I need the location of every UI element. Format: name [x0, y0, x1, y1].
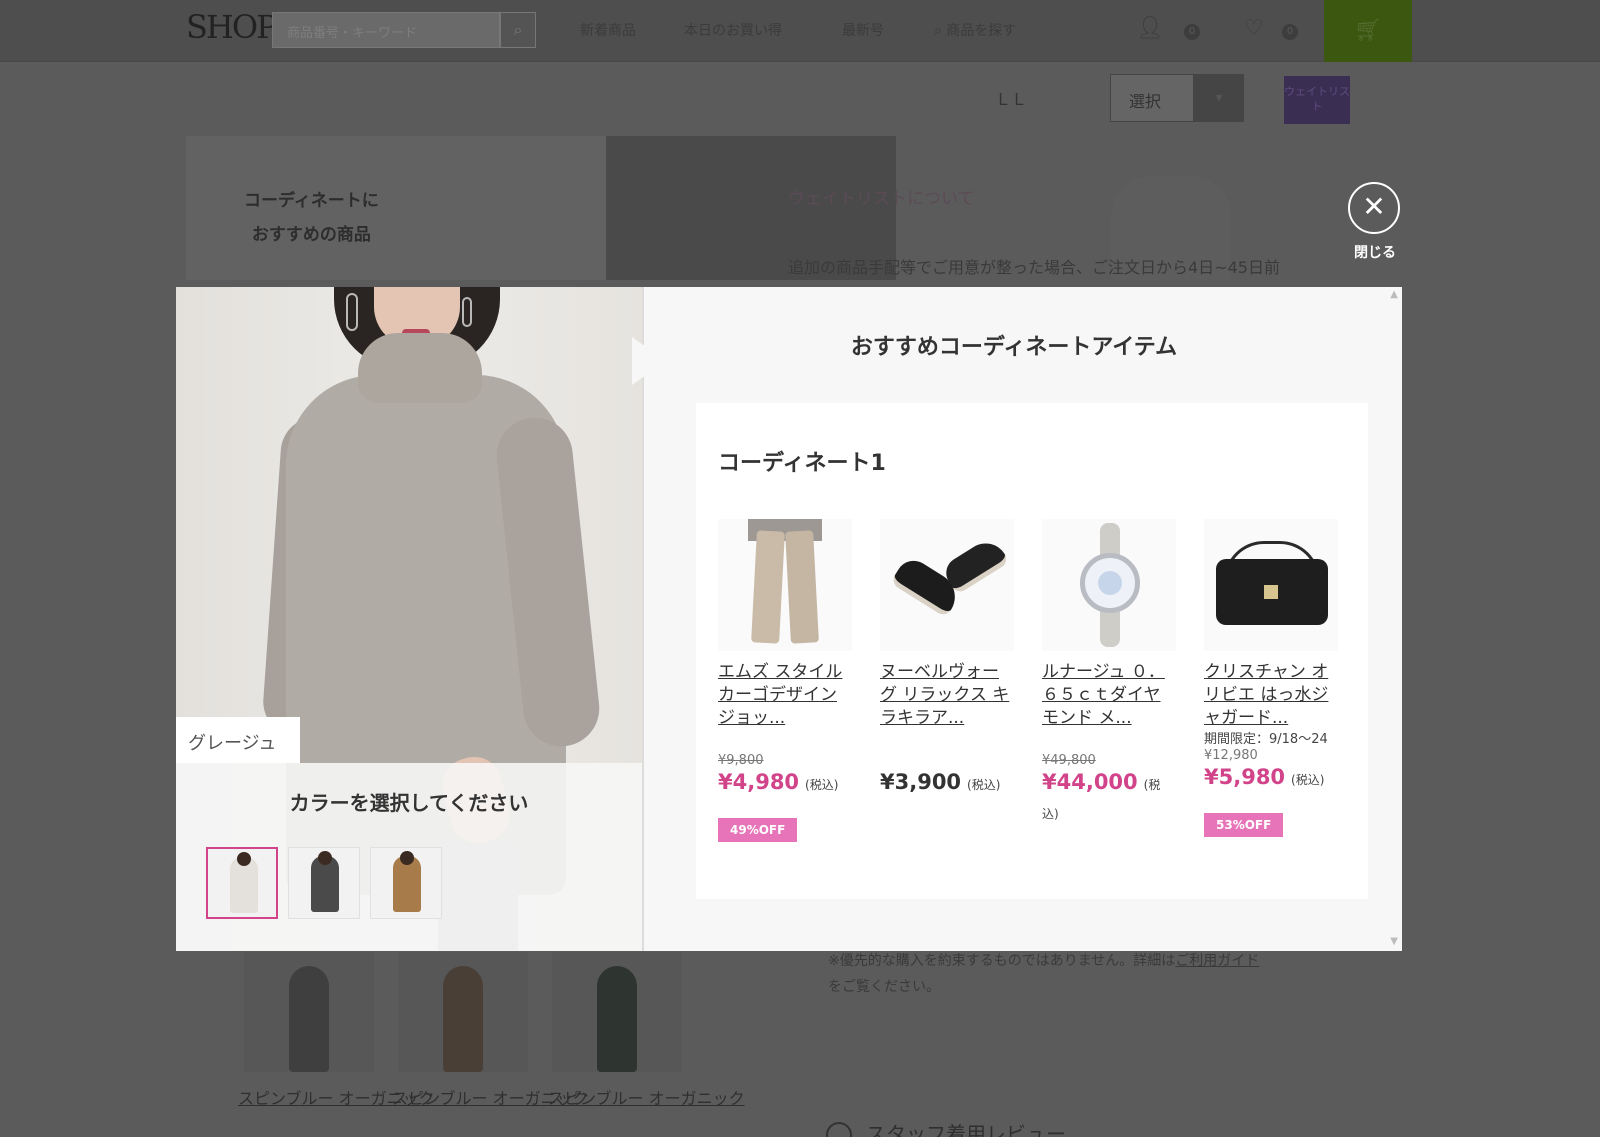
- coordinate-card: コーディネート1 エムズ スタイル カーゴデザイン ジョッ... ¥9,800 …: [696, 403, 1368, 899]
- color-swatch-greige[interactable]: [206, 847, 278, 919]
- site-logo[interactable]: SHOP: [186, 8, 278, 46]
- original-price: ¥12,980: [1204, 748, 1258, 763]
- search-button[interactable]: ⌕: [500, 12, 536, 48]
- close-label[interactable]: 閉じる: [1349, 242, 1401, 262]
- original-price: ¥9,800: [718, 753, 764, 768]
- product-image[interactable]: [1042, 519, 1176, 651]
- coordinate-item[interactable]: ルナージュ ０．６５ｃｔダイヤモンド メ... ¥49,800 ¥44,000(…: [1042, 519, 1176, 827]
- tax-label: (税込): [805, 778, 839, 792]
- product-name[interactable]: エムズ スタイル カーゴデザイン ジョッ...: [718, 661, 852, 731]
- coordinate-item[interactable]: エムズ スタイル カーゴデザイン ジョッ... ¥9,800 ¥4,980 (税込…: [718, 519, 852, 842]
- scroll-up-icon[interactable]: ▲: [1390, 289, 1398, 300]
- related-product-image[interactable]: [398, 952, 528, 1072]
- limited-period: 期間限定：9/18～24: [1204, 732, 1328, 747]
- account-icon[interactable]: 👤︎: [1136, 16, 1164, 41]
- cart-button[interactable]: 🛒︎: [1324, 0, 1412, 62]
- related-product-image[interactable]: [244, 952, 374, 1072]
- coordinate-modal: グレージュ カラーを選択してください ▲ おすすめコーディネートアイテム コーデ…: [176, 287, 1402, 951]
- close-icon[interactable]: ✕: [1348, 182, 1400, 234]
- product-name[interactable]: ヌーベルヴォーグ リラックス キラキラア...: [880, 661, 1014, 731]
- search-icon: ⌕: [513, 20, 523, 39]
- nav-find-products-label: 商品を探す: [946, 23, 1017, 39]
- product-image[interactable]: [1204, 519, 1338, 651]
- discount-badge: 53%OFF: [1204, 813, 1284, 837]
- scroll-down-icon[interactable]: ▼: [1390, 936, 1398, 947]
- nav-find-products[interactable]: ⌕ 商品を探す: [934, 20, 1016, 40]
- quantity-select[interactable]: 選択: [1110, 74, 1194, 122]
- review-icon: [826, 1122, 852, 1137]
- banner-text: コーディネートに おすすめの商品: [244, 191, 379, 245]
- related-product-name[interactable]: スピンブルー オーガニック: [548, 1086, 745, 1112]
- nav-todays-deals[interactable]: 本日のお買い得: [684, 20, 782, 40]
- color-selector: カラーを選択してください: [176, 763, 642, 951]
- product-image[interactable]: [880, 519, 1014, 651]
- waitlist-heading: ウェイトリストについて: [788, 189, 975, 209]
- account-count-badge: 0: [1184, 24, 1200, 40]
- coordinate-panel[interactable]: ▲ おすすめコーディネートアイテム コーディネート1 エムズ スタイル カーゴデ…: [644, 287, 1402, 951]
- guide-link[interactable]: ご利用ガイド: [1175, 953, 1259, 969]
- choose-color-label: カラーを選択してください: [289, 791, 529, 815]
- original-price: ¥49,800: [1042, 753, 1096, 768]
- coordinate-banner[interactable]: コーディネートに おすすめの商品: [186, 136, 1231, 280]
- sale-price: ¥4,980 (税込): [718, 770, 839, 794]
- product-name[interactable]: ルナージュ ０．６５ｃｔダイヤモンド メ...: [1042, 661, 1176, 731]
- product-name[interactable]: クリスチャン オリビエ はっ水ジャガード...: [1204, 661, 1338, 731]
- heart-icon[interactable]: ♡: [1244, 16, 1264, 41]
- chevron-down-icon[interactable]: ▾: [1194, 74, 1244, 122]
- waitlist-note: ※優先的な購入を約束するものではありません。詳細はご利用ガイド をご覧ください。: [828, 953, 1260, 995]
- coordinate-item[interactable]: ヌーベルヴォーグ リラックス キラキラア... ¥3,900 (税込): [880, 519, 1014, 798]
- sale-price: ¥44,000 (税込): [1042, 770, 1161, 821]
- color-swatch-charcoal[interactable]: [288, 847, 360, 919]
- site-header: SHOP 商品番号・キーワード ⌕ 新着商品 本日のお買い得 最新号 ⌕ 商品を…: [0, 0, 1600, 62]
- modal-title: おすすめコーディネートアイテム: [850, 335, 1178, 360]
- search-icon: ⌕: [934, 23, 947, 39]
- price: ¥3,900 (税込): [880, 770, 1001, 794]
- coordinate-title: コーディネート1: [718, 451, 886, 476]
- staff-review-heading: スタッフ着用レビュー: [866, 1122, 1066, 1137]
- tax-label: (税込): [967, 778, 1001, 792]
- search-input[interactable]: 商品番号・キーワード: [272, 12, 500, 48]
- selected-color-name: グレージュ: [176, 717, 300, 763]
- discount-badge: 49%OFF: [718, 818, 798, 842]
- cart-icon: 🛒︎: [1354, 18, 1382, 43]
- nav-new-items[interactable]: 新着商品: [580, 20, 636, 40]
- related-product-image[interactable]: [552, 952, 682, 1072]
- favorite-count-badge: 0: [1282, 24, 1298, 40]
- product-photo-panel: グレージュ カラーを選択してください: [176, 287, 642, 951]
- waitlist-text: 追加の商品手配等でご用意が整った場合、ご注文日から4日~45日前: [788, 258, 1280, 277]
- sale-price: ¥5,980 (税込): [1204, 765, 1325, 789]
- size-value: ＬＬ: [995, 90, 1028, 109]
- coordinate-item[interactable]: クリスチャン オリビエ はっ水ジャガード... 期間限定：9/18～24 ¥12…: [1204, 519, 1338, 837]
- tax-label: (税込): [1291, 773, 1325, 787]
- nav-latest-issue[interactable]: 最新号: [842, 20, 884, 40]
- color-swatch-camel[interactable]: [370, 847, 442, 919]
- waitlist-button[interactable]: ウェイトリスト: [1284, 76, 1350, 124]
- product-image[interactable]: [718, 519, 852, 651]
